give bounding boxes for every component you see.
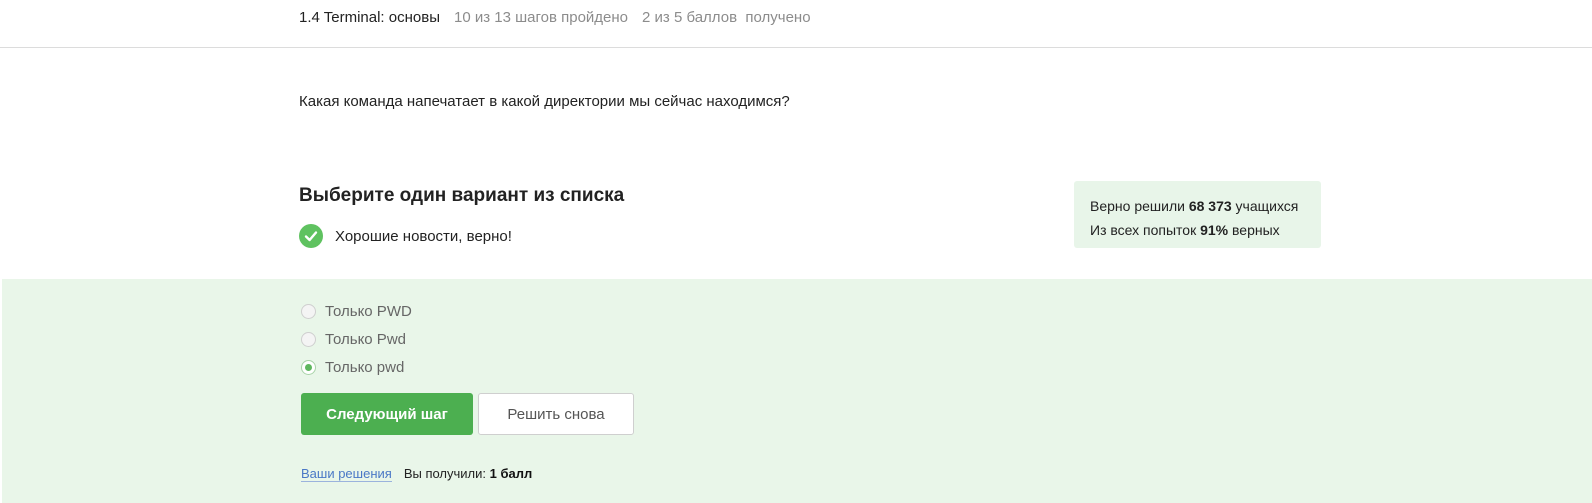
answer-section: Только PWD Только Pwd Только pwd Следующ…	[2, 279, 1592, 503]
answer-options: Только PWD Только Pwd Только pwd	[301, 297, 412, 381]
your-solutions-link[interactable]: Ваши решения	[301, 466, 392, 482]
option-label: Только PWD	[325, 302, 412, 320]
check-circle-icon	[299, 224, 323, 248]
solved-count: 68 373	[1188, 198, 1232, 214]
lesson-header-info: 1.4 Terminal: основы 10 из 13 шагов пройд…	[299, 9, 811, 27]
points-progress: 2 из 5 баллов получено	[642, 9, 811, 26]
option-pwd-lower[interactable]: Только pwd	[301, 353, 412, 381]
attempts-percent: 91%	[1200, 222, 1229, 238]
lesson-header: 1.4 Terminal: основы 10 из 13 шагов пройд…	[0, 0, 1592, 48]
feedback-text: Хорошие новости, верно!	[335, 227, 512, 245]
score-label: Вы получили:	[403, 466, 487, 481]
question-text: Какая команда напечатает в какой директо…	[299, 93, 790, 110]
option-label: Только Pwd	[325, 330, 406, 348]
option-pwd-upper[interactable]: Только PWD	[301, 297, 412, 325]
solved-stat: Верно решили 68 373 учащихся	[1090, 194, 1321, 218]
option-label: Только pwd	[325, 358, 405, 376]
retry-button[interactable]: Решить снова	[478, 393, 634, 435]
solved-suffix: учащихся	[1235, 198, 1299, 214]
radio-unchecked-icon[interactable]	[301, 303, 316, 319]
quiz-instruction: Выберите один вариант из списка	[299, 185, 625, 206]
steps-progress: 10 из 13 шагов пройдено	[453, 9, 629, 26]
radio-unchecked-icon[interactable]	[301, 331, 316, 347]
stats-panel: Верно решили 68 373 учащихся Из всех поп…	[1074, 181, 1321, 248]
radio-dot-icon[interactable]	[301, 359, 316, 375]
next-step-button[interactable]: Следующий шаг	[301, 393, 473, 435]
attempts-stat: Из всех попыток 91% верных	[1090, 218, 1321, 242]
solved-prefix: Верно решили	[1090, 198, 1185, 214]
option-pwd-capitalized[interactable]: Только Pwd	[301, 325, 412, 353]
attempts-suffix: верных	[1232, 222, 1280, 238]
lesson-title[interactable]: 1.4 Terminal: основы	[299, 9, 440, 26]
feedback-message: Хорошие новости, верно!	[299, 224, 512, 248]
attempts-prefix: Из всех попыток	[1090, 222, 1197, 238]
score-value: 1 балл	[489, 466, 533, 481]
submission-footer: Ваши решения Вы получили: 1 балл	[301, 465, 532, 483]
